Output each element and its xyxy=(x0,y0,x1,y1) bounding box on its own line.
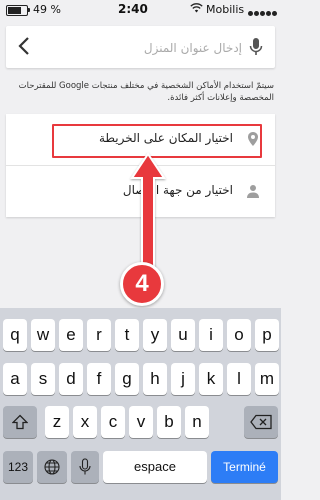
carrier-name: Mobilis xyxy=(206,3,245,16)
key-i[interactable]: i xyxy=(199,319,223,351)
globe-key[interactable] xyxy=(37,451,67,483)
key-o[interactable]: o xyxy=(227,319,251,351)
globe-icon xyxy=(44,459,60,475)
key-u[interactable]: u xyxy=(171,319,195,351)
done-key[interactable]: Terminé xyxy=(211,451,278,483)
key-d[interactable]: d xyxy=(59,363,83,395)
backspace-key[interactable] xyxy=(244,406,278,438)
key-f[interactable]: f xyxy=(87,363,111,395)
search-card xyxy=(6,26,275,68)
key-c[interactable]: c xyxy=(101,406,125,438)
key-h[interactable]: h xyxy=(143,363,167,395)
space-key[interactable]: espace xyxy=(103,451,207,483)
key-v[interactable]: v xyxy=(129,406,153,438)
microphone-icon xyxy=(79,458,91,475)
numbers-key[interactable]: 123 xyxy=(3,451,33,483)
step-number-badge: 4 xyxy=(120,262,164,306)
dictation-key[interactable] xyxy=(71,451,99,483)
clock: 2:40 xyxy=(118,2,148,16)
wifi-icon xyxy=(190,3,203,16)
key-p[interactable]: p xyxy=(255,319,279,351)
battery-percent: 49 % xyxy=(33,3,61,16)
key-r[interactable]: r xyxy=(87,319,111,351)
key-g[interactable]: g xyxy=(115,363,139,395)
key-s[interactable]: s xyxy=(31,363,55,395)
key-e[interactable]: e xyxy=(59,319,83,351)
backspace-icon xyxy=(250,414,272,430)
microphone-icon[interactable] xyxy=(249,38,263,56)
key-a[interactable]: a xyxy=(3,363,27,395)
keyboard: q w e r t y u i o p a s d f g h j k l m … xyxy=(0,308,281,500)
key-q[interactable]: q xyxy=(3,319,27,351)
signal-strength-icon xyxy=(247,6,277,19)
key-b[interactable]: b xyxy=(157,406,181,438)
shift-key[interactable] xyxy=(3,406,37,438)
key-m[interactable]: m xyxy=(255,363,279,395)
key-z[interactable]: z xyxy=(45,406,69,438)
key-w[interactable]: w xyxy=(31,319,55,351)
person-icon xyxy=(245,183,261,199)
status-bar: 49 % 2:40 Mobilis xyxy=(0,0,281,20)
key-x[interactable]: x xyxy=(73,406,97,438)
shift-arrow-icon xyxy=(12,414,28,430)
key-l[interactable]: l xyxy=(227,363,251,395)
key-j[interactable]: j xyxy=(171,363,195,395)
key-k[interactable]: k xyxy=(199,363,223,395)
home-address-input[interactable] xyxy=(46,36,244,60)
key-n[interactable]: n xyxy=(185,406,209,438)
personal-places-notice: سيتمّ استخدام الأماكن الشخصية في مختلف م… xyxy=(18,81,274,103)
key-y[interactable]: y xyxy=(143,319,167,351)
key-t[interactable]: t xyxy=(115,319,139,351)
back-arrow-icon[interactable] xyxy=(16,35,36,59)
battery-icon xyxy=(6,5,28,16)
battery-tip xyxy=(28,8,30,12)
